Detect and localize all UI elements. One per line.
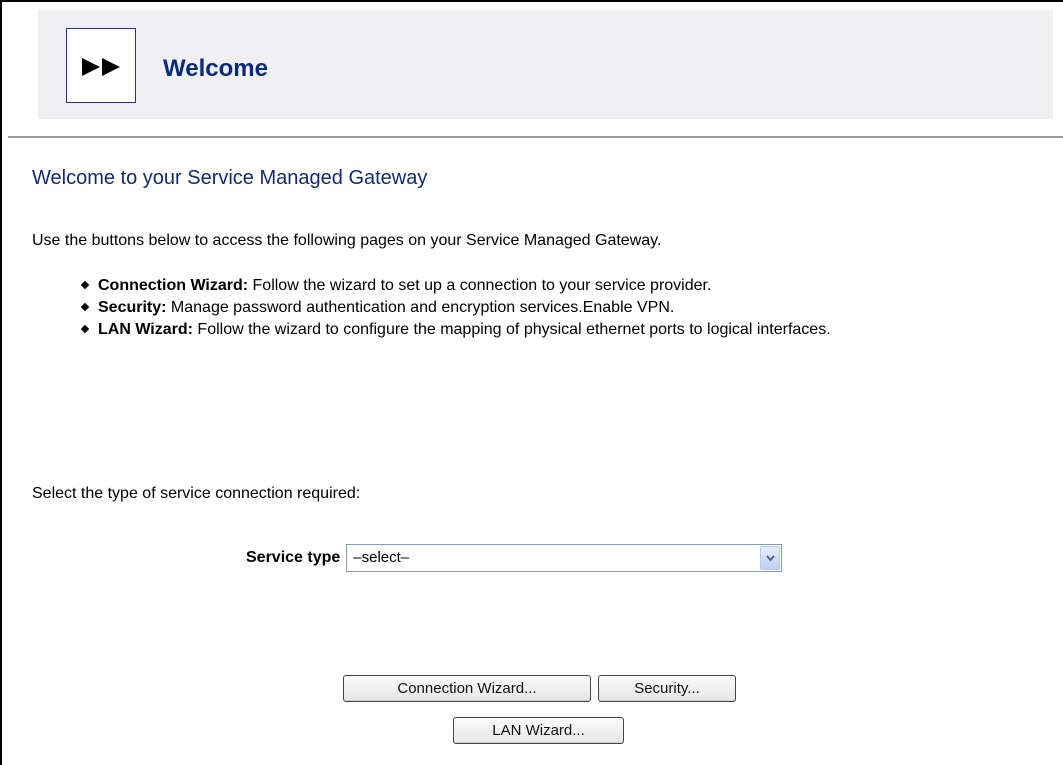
- service-type-row: Service type –select–: [246, 538, 783, 578]
- fast-forward-icon: [82, 58, 120, 76]
- list-item-connection-wizard: Connection Wizard: Follow the wizard to …: [80, 275, 1042, 297]
- page-title: Welcome to your Service Managed Gateway: [32, 167, 428, 189]
- header-icon-box: [66, 28, 136, 103]
- connection-wizard-button[interactable]: Connection Wizard...: [343, 675, 591, 702]
- list-item-security: Security: Manage password authentication…: [80, 297, 1042, 319]
- bullet-icon: [80, 280, 90, 290]
- feature-name: LAN Wizard:: [98, 321, 193, 338]
- dropdown-button[interactable]: [760, 546, 781, 570]
- security-button[interactable]: Security...: [598, 675, 736, 702]
- lan-wizard-button[interactable]: LAN Wizard...: [453, 717, 624, 744]
- bullet-icon: [80, 324, 90, 334]
- header-title: Welcome: [163, 55, 268, 82]
- service-type-select[interactable]: –select–: [346, 544, 783, 572]
- bullet-icon: [80, 302, 90, 312]
- intro-text: Use the buttons below to access the foll…: [32, 232, 662, 249]
- list-item-lan-wizard: LAN Wizard: Follow the wizard to configu…: [80, 319, 1042, 341]
- service-type-label: Service type: [246, 549, 341, 566]
- header-divider: [8, 136, 1063, 138]
- feature-description: Follow the wizard to configure the mappi…: [192, 321, 831, 338]
- feature-name: Connection Wizard:: [98, 277, 249, 294]
- feature-description: Manage password authentication and encry…: [166, 299, 675, 316]
- feature-name: Security:: [98, 299, 167, 316]
- feature-list: Connection Wizard: Follow the wizard to …: [80, 275, 1042, 341]
- feature-description: Follow the wizard to set up a connection…: [248, 277, 712, 294]
- service-type-value: –select–: [353, 549, 410, 566]
- chevron-down-icon: [766, 555, 776, 562]
- select-prompt: Select the type of service connection re…: [32, 485, 361, 502]
